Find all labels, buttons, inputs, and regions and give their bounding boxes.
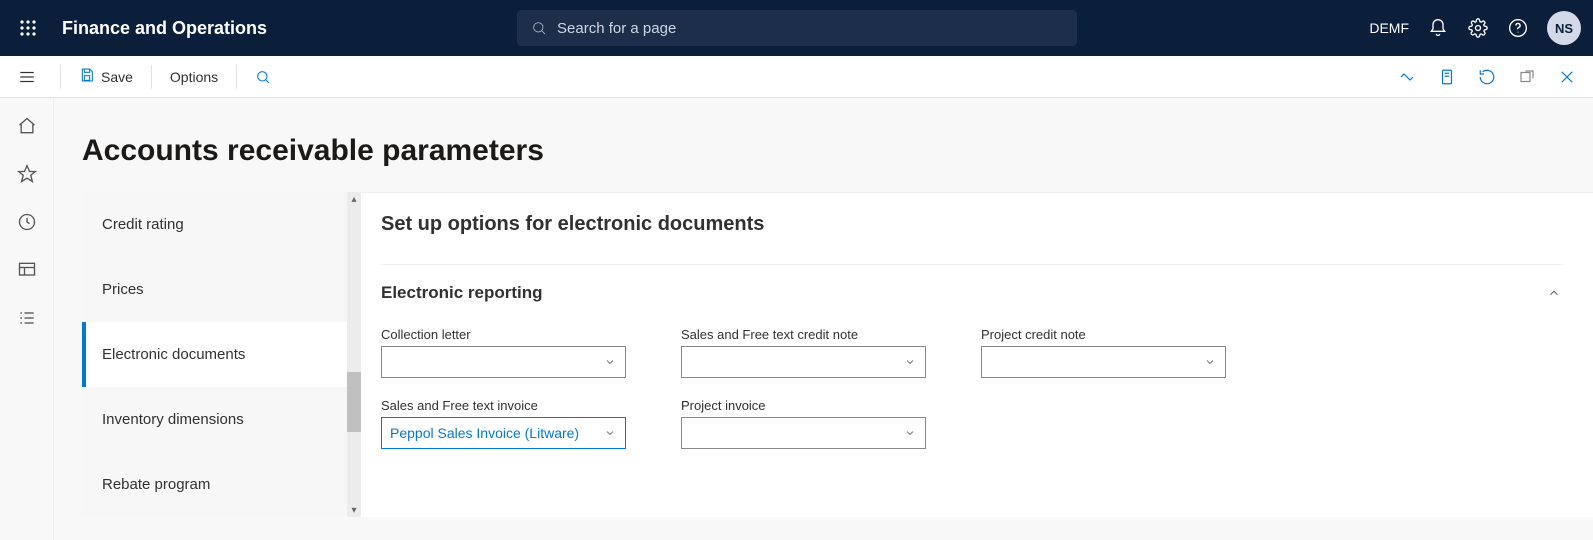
- attachments-icon[interactable]: [1433, 63, 1461, 91]
- workspaces-icon[interactable]: [15, 258, 39, 282]
- field-sales-invoice: Sales and Free text invoice Peppol Sales…: [381, 398, 631, 449]
- scroll-up-icon[interactable]: ▴: [347, 192, 361, 206]
- subsection-title: Electronic reporting: [381, 283, 543, 303]
- parameter-side-nav: Credit rating Prices Electronic document…: [82, 192, 347, 517]
- app-launcher-icon[interactable]: [12, 12, 44, 44]
- action-bar: Save Options: [0, 56, 1593, 98]
- page-title: Accounts receivable parameters: [54, 98, 1593, 192]
- chevron-down-icon: [1203, 355, 1217, 369]
- chevron-down-icon: [903, 426, 917, 440]
- nav-item-prices[interactable]: Prices: [82, 257, 347, 322]
- search-placeholder: Search for a page: [557, 20, 676, 37]
- recent-icon[interactable]: [15, 210, 39, 234]
- page-search-icon[interactable]: [243, 56, 283, 98]
- divider: [151, 65, 152, 89]
- field-label: Project invoice: [681, 398, 931, 413]
- popout-icon[interactable]: [1513, 63, 1541, 91]
- chevron-down-icon: [603, 426, 617, 440]
- nav-item-electronic-documents[interactable]: Electronic documents: [82, 322, 347, 387]
- field-label: Sales and Free text invoice: [381, 398, 631, 413]
- notifications-icon[interactable]: [1427, 17, 1449, 39]
- form-panel: Set up options for electronic documents …: [361, 192, 1593, 517]
- close-icon[interactable]: [1553, 63, 1581, 91]
- combo-value: Peppol Sales Invoice (Litware): [390, 425, 603, 441]
- options-button[interactable]: Options: [158, 56, 230, 98]
- field-label: Collection letter: [381, 327, 631, 342]
- project-credit-note-dropdown[interactable]: [981, 346, 1226, 378]
- company-indicator[interactable]: DEMF: [1369, 20, 1409, 36]
- collection-letter-dropdown[interactable]: [381, 346, 626, 378]
- chevron-down-icon: [903, 355, 917, 369]
- nav-item-rebate-program[interactable]: Rebate program: [82, 452, 347, 517]
- nav-item-credit-rating[interactable]: Credit rating: [82, 192, 347, 257]
- save-button[interactable]: Save: [67, 56, 145, 98]
- page-content: Accounts receivable parameters Credit ra…: [54, 98, 1593, 540]
- left-rail: [0, 98, 54, 540]
- settings-icon[interactable]: [1467, 17, 1489, 39]
- save-label: Save: [101, 69, 133, 85]
- refresh-icon[interactable]: [1473, 63, 1501, 91]
- nav-item-inventory-dimensions[interactable]: Inventory dimensions: [82, 387, 347, 452]
- divider: [60, 65, 61, 89]
- field-collection-letter: Collection letter: [381, 327, 631, 378]
- field-project-credit-note: Project credit note: [981, 327, 1231, 378]
- options-label: Options: [170, 69, 218, 85]
- sales-invoice-dropdown[interactable]: Peppol Sales Invoice (Litware): [381, 417, 626, 449]
- project-invoice-dropdown[interactable]: [681, 417, 926, 449]
- nav-item-label: Inventory dimensions: [102, 411, 244, 428]
- divider: [381, 264, 1563, 265]
- help-icon[interactable]: [1507, 17, 1529, 39]
- scroll-down-icon[interactable]: ▾: [347, 503, 361, 517]
- field-label: Sales and Free text credit note: [681, 327, 931, 342]
- modules-icon[interactable]: [15, 306, 39, 330]
- sales-credit-note-dropdown[interactable]: [681, 346, 926, 378]
- global-header: Finance and Operations Search for a page…: [0, 0, 1593, 56]
- nav-item-label: Prices: [102, 281, 144, 298]
- collapse-section-icon[interactable]: [1545, 284, 1563, 302]
- nav-item-label: Rebate program: [102, 476, 210, 493]
- nav-item-label: Electronic documents: [102, 346, 245, 363]
- personalize-icon[interactable]: [1393, 63, 1421, 91]
- favorites-icon[interactable]: [15, 162, 39, 186]
- field-sales-credit-note: Sales and Free text credit note: [681, 327, 931, 378]
- user-avatar[interactable]: NS: [1547, 11, 1581, 45]
- nav-toggle-icon[interactable]: [0, 56, 54, 98]
- save-icon: [79, 67, 95, 86]
- field-label: Project credit note: [981, 327, 1231, 342]
- field-project-invoice: Project invoice: [681, 398, 931, 449]
- scroll-thumb[interactable]: [347, 372, 361, 432]
- nav-item-label: Credit rating: [102, 216, 184, 233]
- chevron-down-icon: [603, 355, 617, 369]
- divider: [236, 65, 237, 89]
- side-nav-scrollbar[interactable]: ▴ ▾: [347, 192, 361, 517]
- section-title: Set up options for electronic documents: [381, 213, 1563, 236]
- global-search-input[interactable]: Search for a page: [517, 10, 1077, 46]
- app-title: Finance and Operations: [62, 18, 267, 39]
- home-icon[interactable]: [15, 114, 39, 138]
